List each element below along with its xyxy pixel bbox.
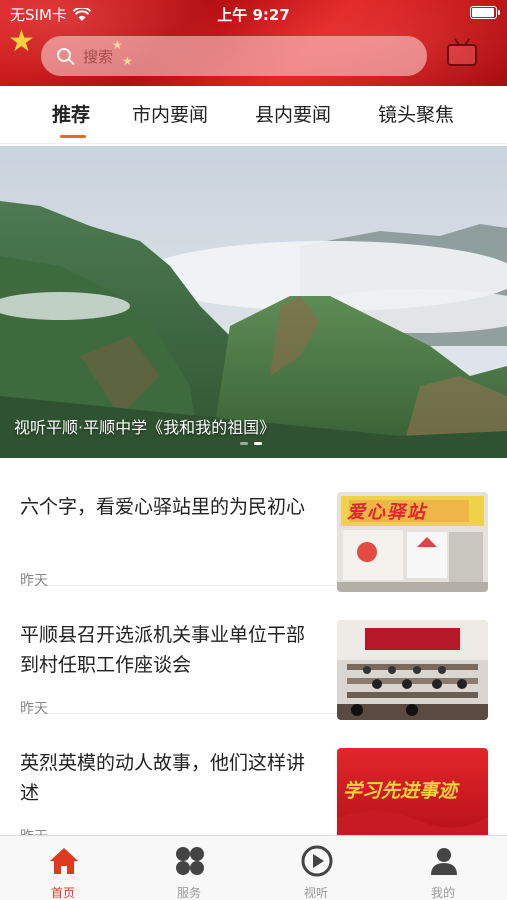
banner-image (0, 146, 507, 458)
nav-profile[interactable]: 我的 (380, 836, 506, 900)
nav-label-media: 视听 (303, 886, 328, 900)
nav-label-service: 服务 (176, 886, 201, 900)
active-tab-indicator (60, 135, 86, 138)
search-input[interactable]: 搜索 (41, 36, 427, 76)
news-thumbnail: 学习先进事迹 (337, 748, 488, 848)
tv-icon[interactable] (447, 44, 477, 66)
nav-home[interactable]: 首页 (0, 836, 126, 900)
news-thumbnail (337, 620, 488, 720)
news-title: 平顺县召开选派机关事业单位干部到村任职工作座谈会 (20, 624, 306, 676)
nav-label-profile: 我的 (430, 886, 455, 900)
news-title: 六个字，看爱心驿站里的为民初心 (20, 496, 306, 518)
carousel-dots (240, 442, 262, 445)
thumbnail-text: 爱心驿站 (347, 502, 427, 523)
carousel-dot-active[interactable] (254, 442, 262, 445)
news-thumbnail: 爱心驿站 (337, 492, 488, 592)
news-item[interactable]: 英烈英模的动人故事，他们这样讲述 昨天 学习先进事迹 (20, 714, 488, 848)
search-placeholder: 搜索 (83, 47, 114, 66)
tab-lens-focus[interactable]: 镜头聚焦 (378, 100, 454, 127)
app-header: ★ ★ ★ 无SIM卡 上午 9:27 搜索 (0, 0, 507, 86)
grid-icon (176, 847, 204, 875)
carousel-dot[interactable] (240, 442, 248, 445)
nav-media[interactable]: 视听 (253, 836, 379, 900)
news-item[interactable]: 六个字，看爱心驿站里的为民初心 昨天 爱心驿站 (20, 458, 488, 592)
nav-service[interactable]: 服务 (126, 836, 252, 900)
tab-city-news[interactable]: 市内要闻 (132, 100, 208, 127)
tab-recommend[interactable]: 推荐 (52, 100, 90, 127)
flag-star-icon: ★ (8, 24, 35, 59)
nav-label-home: 首页 (50, 886, 75, 900)
banner-caption: 视听平顺·平顺中学《我和我的祖国》 (14, 418, 276, 437)
bottom-tab-bar: 首页 服务 视听 我的 (0, 835, 507, 900)
user-icon (431, 848, 457, 875)
home-icon (50, 848, 78, 874)
status-bar: 无SIM卡 上午 9:27 (0, 0, 507, 26)
thumbnail-text: 学习先进事迹 (343, 780, 458, 802)
banner-carousel[interactable]: 视听平顺·平顺中学《我和我的祖国》 (0, 146, 507, 458)
search-icon (57, 48, 71, 62)
status-time: 上午 9:27 (217, 6, 290, 24)
battery-icon (470, 6, 500, 19)
news-item[interactable]: 平顺县召开选派机关事业单位干部到村任职工作座谈会 昨天 (20, 586, 488, 720)
play-icon (301, 845, 333, 877)
news-title: 英烈英模的动人故事，他们这样讲述 (20, 752, 306, 804)
tab-county-news[interactable]: 县内要闻 (255, 100, 331, 127)
